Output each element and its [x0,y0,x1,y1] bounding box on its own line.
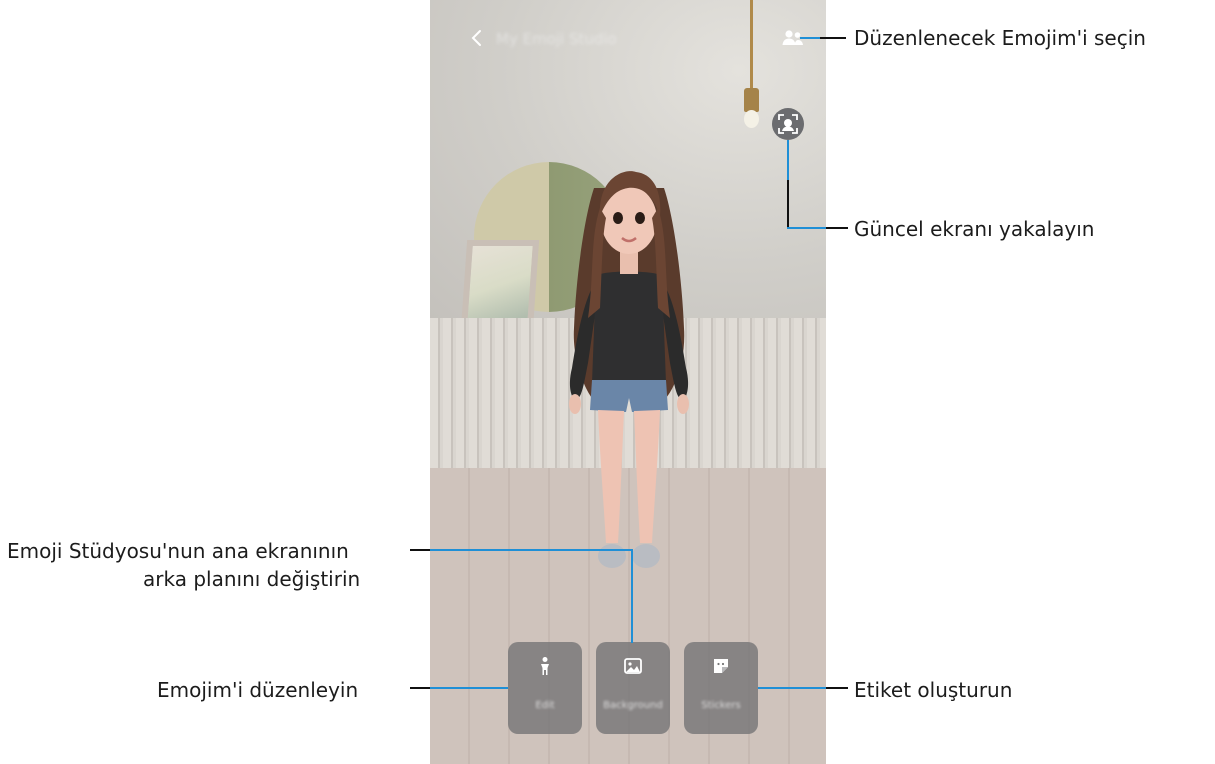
callout-tip [758,687,826,689]
callout-line [826,687,848,689]
image-icon [624,658,642,674]
callout-background-line1: Emoji Stüdyosu'nun ana ekranının [7,539,349,563]
callout-line [410,687,430,689]
callout-create-sticker: Etiket oluşturun [854,678,1013,702]
callout-background-line2: arka planını değiştirin [143,567,361,591]
lamp-bulb [744,110,759,128]
callout-tip [787,140,789,180]
background-button[interactable]: Background [596,642,670,734]
capture-screen-button[interactable] [772,108,804,140]
face-capture-icon [778,114,798,134]
callout-line [410,549,430,551]
screen-title: My Emoji Studio [496,30,617,48]
callout-line [826,227,848,229]
picture-frame [460,240,540,330]
background-label: Background [603,700,663,711]
callout-tip [430,687,508,689]
callout-line [787,180,789,228]
emoji-avatar[interactable] [554,158,704,588]
chevron-left-icon [471,30,481,46]
phone-screen: My Emoji Studio Edit Background Stickers [430,0,826,764]
edit-emoji-button[interactable]: Edit [508,642,582,734]
stickers-label: Stickers [701,700,741,711]
callout-line [820,37,846,39]
lamp-shade [744,88,759,112]
back-button[interactable] [465,26,489,50]
callout-edit-emoji: Emojim'i düzenleyin [157,678,359,702]
callout-tip [787,227,827,229]
sticker-icon [714,659,728,673]
callout-tip [800,37,820,39]
stickers-button[interactable]: Stickers [684,642,758,734]
callout-tip [430,549,632,551]
callout-capture-screen: Güncel ekranı yakalayın [854,217,1095,241]
callout-tip [631,549,633,643]
lamp-cord [750,0,753,92]
person-icon [541,657,549,675]
callout-select-emoji: Düzenlenecek Emojim'i seçin [854,26,1146,50]
edit-label: Edit [535,700,555,711]
